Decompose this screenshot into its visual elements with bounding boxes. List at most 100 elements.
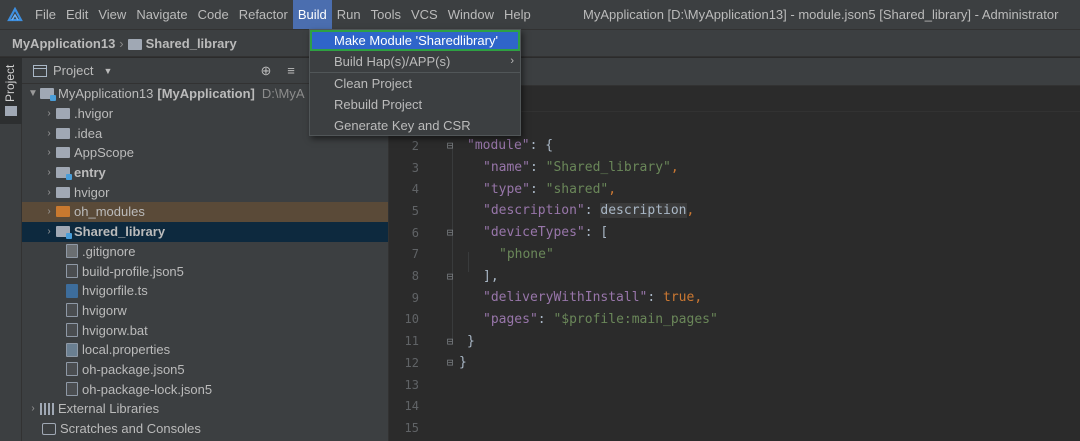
properties-file-icon: [66, 342, 78, 357]
line-number: 4: [411, 182, 419, 197]
json-key: "pages": [483, 311, 538, 327]
fold-marker-icon[interactable]: ⊟: [441, 335, 459, 348]
chevron-right-icon[interactable]: ›: [42, 226, 56, 237]
project-tree: ▼ MyApplication13 [MyApplication] D:\MyA…: [22, 84, 388, 438]
code-line: 9 "deliveryWithInstall": true,: [389, 287, 1080, 309]
fold-marker-icon[interactable]: ⊟: [441, 226, 459, 239]
menu-item-rebuild-project[interactable]: Rebuild Project: [310, 94, 520, 115]
menu-run[interactable]: Run: [332, 0, 366, 29]
line-number: 7: [411, 247, 419, 262]
fold-marker-icon[interactable]: ⊟: [441, 270, 459, 283]
tree-item-label: entry: [74, 165, 106, 181]
code-line: 5 "description": description,: [389, 200, 1080, 222]
code-line: 10 "pages": "$profile:main_pages": [389, 309, 1080, 331]
json-key: "description": [483, 203, 585, 219]
tree-item-hvigorfile[interactable]: hvigorfile.ts: [22, 281, 388, 301]
tree-item-scratches[interactable]: Scratches and Consoles: [22, 419, 388, 439]
line-number: 3: [411, 160, 419, 175]
typescript-file-icon: [66, 283, 78, 298]
breadcrumb-project[interactable]: MyApplication13: [12, 36, 115, 51]
chevron-down-icon[interactable]: ▼: [103, 66, 112, 76]
menu-item-make-module[interactable]: Make Module 'Sharedlibrary': [310, 30, 520, 51]
chevron-right-icon[interactable]: ›: [42, 187, 56, 198]
chevron-right-icon: ›: [510, 55, 514, 67]
project-panel-title[interactable]: Project: [53, 63, 93, 78]
chevron-right-icon[interactable]: ›: [42, 167, 56, 178]
collapse-all-icon[interactable]: ≡: [282, 62, 300, 80]
build-menu-dropdown: Make Module 'Sharedlibrary' Build Hap(s)…: [309, 29, 521, 136]
tree-item-label: local.properties: [82, 342, 171, 358]
tree-item-shared-library[interactable]: › Shared_library: [22, 221, 388, 242]
tree-item-external-libraries[interactable]: › External Libraries: [22, 399, 388, 419]
code-line: 8 ⊟ ],: [389, 265, 1080, 287]
menu-item-build-hap[interactable]: Build Hap(s)/APP(s) ›: [310, 51, 520, 72]
tree-item-local-properties[interactable]: local.properties: [22, 340, 388, 360]
code-line: 11 ⊟ }: [389, 330, 1080, 352]
chevron-right-icon[interactable]: ›: [26, 403, 40, 414]
tree-item-hvigor[interactable]: › hvigor: [22, 182, 388, 202]
chevron-right-icon[interactable]: ›: [42, 147, 56, 158]
tree-item-label: .hvigor: [74, 106, 114, 122]
window-title: MyApplication [D:\MyApplication13] - mod…: [583, 7, 1059, 22]
tree-item-hvigorw[interactable]: hvigorw: [22, 301, 388, 321]
menu-edit[interactable]: Edit: [61, 0, 93, 29]
chevron-right-icon[interactable]: ›: [42, 128, 56, 139]
tree-item-hvigorw-bat[interactable]: hvigorw.bat: [22, 320, 388, 340]
menu-tools[interactable]: Tools: [366, 0, 406, 29]
menu-item-clean-project[interactable]: Clean Project: [310, 73, 520, 94]
menu-window[interactable]: Window: [443, 0, 499, 29]
tree-item-label: External Libraries: [58, 401, 160, 417]
json-key: "module": [467, 138, 530, 154]
menu-bar: File Edit View Navigate Code Refactor Bu…: [0, 0, 1080, 29]
locate-icon[interactable]: ⊕: [257, 62, 275, 80]
json-key: "deviceTypes": [483, 225, 585, 241]
json-string: "phone": [499, 246, 554, 262]
chevron-down-icon[interactable]: ▼: [26, 88, 40, 99]
tree-item-label: Scratches and Consoles: [60, 421, 201, 437]
tree-item-build-profile[interactable]: build-profile.json5: [22, 261, 388, 281]
tree-item-entry[interactable]: › entry: [22, 163, 388, 183]
menu-code[interactable]: Code: [193, 0, 234, 29]
folder-icon: [56, 206, 70, 218]
tree-item-label: build-profile.json5: [82, 263, 184, 279]
app-logo-icon: [0, 0, 30, 29]
menu-navigate[interactable]: Navigate: [131, 0, 192, 29]
menu-file[interactable]: File: [30, 0, 61, 29]
project-tool-label: Project: [3, 64, 17, 102]
json-key: "type": [483, 181, 530, 197]
tree-item-label: oh_modules: [74, 204, 145, 220]
menu-item-generate-key[interactable]: Generate Key and CSR: [310, 115, 520, 136]
tree-item-label: .gitignore: [82, 243, 136, 259]
tree-item-oh-package[interactable]: oh-package.json5: [22, 360, 388, 380]
tree-item-appscope[interactable]: › AppScope: [22, 143, 388, 163]
fold-marker-icon[interactable]: ⊟: [441, 139, 459, 152]
json-boolean: true: [663, 290, 695, 306]
tree-item-label: oh-package.json5: [82, 361, 185, 377]
project-tool-tab[interactable]: Project: [0, 58, 22, 124]
breadcrumb-module[interactable]: Shared_library: [146, 36, 237, 51]
menu-vcs[interactable]: VCS: [406, 0, 443, 29]
menu-refactor[interactable]: Refactor: [234, 0, 293, 29]
fold-marker-icon[interactable]: ⊟: [441, 356, 459, 369]
chevron-right-icon[interactable]: ›: [42, 206, 56, 217]
tree-item-gitignore[interactable]: .gitignore: [22, 242, 388, 262]
breadcrumb: MyApplication13 › Shared_library: [0, 29, 1080, 57]
folder-icon: [56, 186, 70, 198]
code-line: 7 "phone": [389, 244, 1080, 266]
left-tool-stripe: Project: [0, 58, 22, 441]
code-editor[interactable]: 2 ⊟ "module": { 3 "name": "Shared_librar…: [389, 112, 1080, 441]
code-line: 3 "name": "Shared_library",: [389, 157, 1080, 179]
tree-item-label: hvigor: [74, 184, 110, 200]
folder-icon: [127, 38, 142, 50]
line-number: 14: [404, 399, 419, 414]
json-string: "Shared_library": [545, 160, 671, 176]
tree-item-oh-package-lock[interactable]: oh-package-lock.json5: [22, 379, 388, 399]
json-file-icon: [66, 382, 78, 397]
menu-view[interactable]: View: [93, 0, 131, 29]
chevron-right-icon[interactable]: ›: [42, 108, 56, 119]
menu-build[interactable]: Build: [292, 0, 332, 29]
tree-item-oh-modules[interactable]: › oh_modules: [22, 202, 388, 222]
menu-help[interactable]: Help: [499, 0, 536, 29]
line-number: 5: [411, 203, 419, 218]
module-folder-icon: [56, 167, 72, 181]
